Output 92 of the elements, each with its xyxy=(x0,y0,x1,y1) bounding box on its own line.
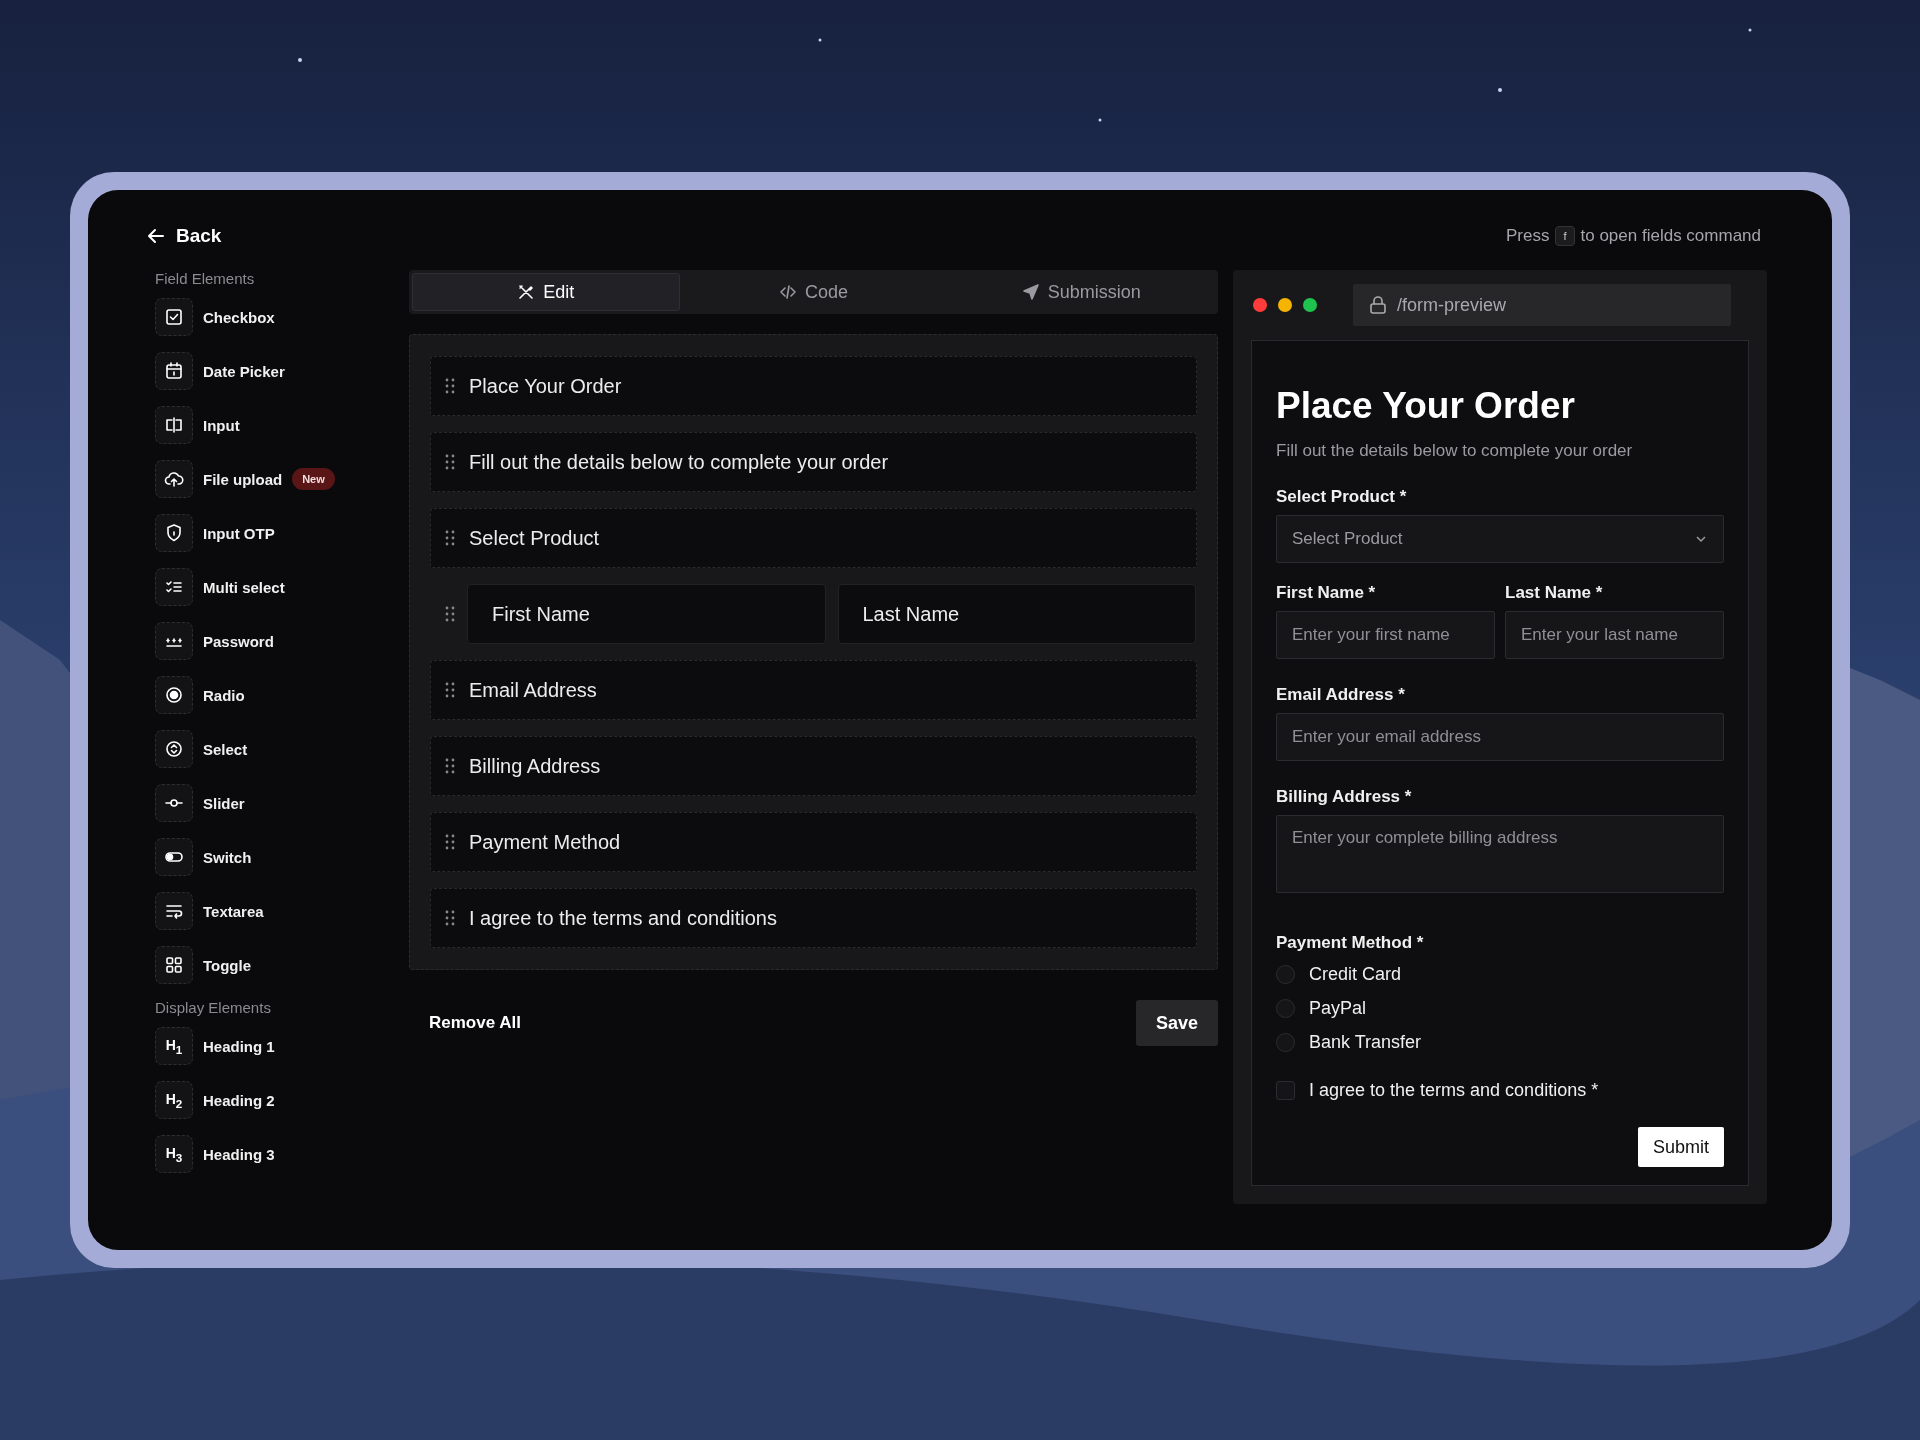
field-row[interactable]: Billing Address xyxy=(430,736,1197,796)
pencil-ruler-icon xyxy=(517,283,536,301)
field-block[interactable]: Last Name xyxy=(837,584,1196,644)
back-arrow-icon xyxy=(146,226,166,246)
element-icon[interactable] xyxy=(155,892,193,930)
field-row[interactable]: Place Your Order xyxy=(430,356,1197,416)
drag-handle-icon[interactable] xyxy=(445,682,455,698)
field-row[interactable]: Fill out the details below to complete your order xyxy=(430,432,1197,492)
field-row[interactable]: I agree to the terms and conditions xyxy=(430,888,1197,948)
radio-button[interactable] xyxy=(1276,964,1295,984)
address-bar[interactable]: /form-preview xyxy=(1353,284,1731,326)
element-icon[interactable] xyxy=(155,730,193,768)
new-badge: New xyxy=(292,468,335,490)
field-label: First Name * xyxy=(1276,583,1377,603)
field-label: Payment Method * xyxy=(1276,933,1425,953)
tab[interactable]: Edit xyxy=(412,273,680,311)
element-label[interactable]: Checkbox xyxy=(203,308,275,326)
element-icon[interactable] xyxy=(155,676,193,714)
tab[interactable]: Submission xyxy=(947,273,1215,311)
field-label: Billing Address * xyxy=(1276,787,1413,807)
element-icon[interactable] xyxy=(155,784,193,822)
section-title: Display Elements xyxy=(155,999,272,1016)
drag-handle-icon[interactable] xyxy=(445,910,455,926)
element-label[interactable]: Select xyxy=(203,740,248,758)
drag-handle-icon[interactable] xyxy=(445,378,455,394)
save-button[interactable]: Save xyxy=(1135,1000,1218,1046)
checkbox[interactable] xyxy=(1276,1080,1295,1100)
key-badge: f xyxy=(1555,226,1575,246)
element-label[interactable]: Toggle xyxy=(203,956,252,974)
form-subtitle: Fill out the details below to complete your order xyxy=(1276,441,1634,461)
element-label[interactable]: Multi select xyxy=(203,578,285,596)
remove-all-button[interactable]: Remove All xyxy=(427,1005,523,1041)
element-icon[interactable] xyxy=(155,406,193,444)
element-label[interactable]: Heading 2 xyxy=(203,1091,275,1109)
close-dot[interactable] xyxy=(1253,298,1267,312)
element-label[interactable]: Input xyxy=(203,416,240,434)
element-icon[interactable]: H$_{2}$ xyxy=(155,1081,193,1119)
element-label[interactable]: Password xyxy=(203,632,274,650)
option-label[interactable]: Bank Transfer xyxy=(1309,1031,1422,1053)
element-label[interactable]: Textarea xyxy=(203,902,264,920)
option-label[interactable]: Credit Card xyxy=(1309,963,1402,985)
element-label[interactable]: Heading 3 xyxy=(203,1145,275,1163)
element-icon[interactable] xyxy=(155,838,193,876)
element-icon[interactable] xyxy=(155,946,193,984)
element-icon[interactable]: H$_{3}$ xyxy=(155,1135,193,1173)
field-label: Last Name * xyxy=(1505,583,1604,603)
hint-text: to open fields command xyxy=(1580,226,1761,246)
section-title: Field Elements xyxy=(155,270,256,287)
element-icon[interactable] xyxy=(155,352,193,390)
field-label: Select Product * xyxy=(1276,487,1408,507)
form-title: Place Your Order xyxy=(1276,385,1576,427)
drag-handle-icon[interactable] xyxy=(445,758,455,774)
radio-button[interactable] xyxy=(1276,998,1295,1018)
input-field[interactable]: Enter your email address xyxy=(1276,713,1724,761)
drag-handle-icon[interactable] xyxy=(445,454,455,470)
drag-handle-icon[interactable] xyxy=(445,606,455,622)
input-field[interactable]: Enter your first name xyxy=(1276,611,1495,659)
select-field[interactable]: Select Product xyxy=(1276,515,1724,563)
tab[interactable]: Code xyxy=(679,273,948,311)
drag-handle-icon[interactable] xyxy=(445,530,455,546)
input-field[interactable]: Enter your last name xyxy=(1505,611,1724,659)
element-label[interactable]: Slider xyxy=(203,794,245,812)
field-row[interactable]: Email Address xyxy=(430,660,1197,720)
element-label[interactable]: Input OTP xyxy=(203,524,275,542)
element-icon[interactable] xyxy=(155,460,193,498)
code-icon xyxy=(779,283,797,301)
field-block[interactable]: First Name xyxy=(467,584,826,644)
element-icon[interactable] xyxy=(155,622,193,660)
element-label[interactable]: Switch xyxy=(203,848,252,866)
minimize-dot[interactable] xyxy=(1278,298,1292,312)
drag-handle-icon[interactable] xyxy=(445,834,455,850)
element-label[interactable]: File upload xyxy=(203,470,283,488)
submit-button[interactable]: Submit xyxy=(1637,1127,1724,1167)
element-icon[interactable]: H$_{1}$ xyxy=(155,1027,193,1065)
radio-button[interactable] xyxy=(1276,1032,1295,1052)
field-row[interactable]: Select Product xyxy=(430,508,1197,568)
maximize-dot[interactable] xyxy=(1303,298,1317,312)
field-label: Email Address * xyxy=(1276,685,1406,705)
lock-icon xyxy=(1369,295,1387,315)
back-link[interactable]: Back xyxy=(146,225,222,247)
paper-plane-icon xyxy=(1021,283,1040,301)
element-icon[interactable] xyxy=(155,514,193,552)
textarea-field[interactable]: Enter your complete billing address xyxy=(1276,815,1724,893)
option-label[interactable]: PayPal xyxy=(1309,997,1367,1019)
element-label[interactable]: Heading 1 xyxy=(203,1037,275,1055)
checkbox-label[interactable]: I agree to the terms and conditions * xyxy=(1309,1079,1599,1101)
hint-text: Press xyxy=(1505,226,1550,246)
element-icon[interactable] xyxy=(155,298,193,336)
element-icon[interactable] xyxy=(155,568,193,606)
element-label[interactable]: Radio xyxy=(203,686,245,704)
element-label[interactable]: Date Picker xyxy=(203,362,285,380)
field-row[interactable]: Payment Method xyxy=(430,812,1197,872)
